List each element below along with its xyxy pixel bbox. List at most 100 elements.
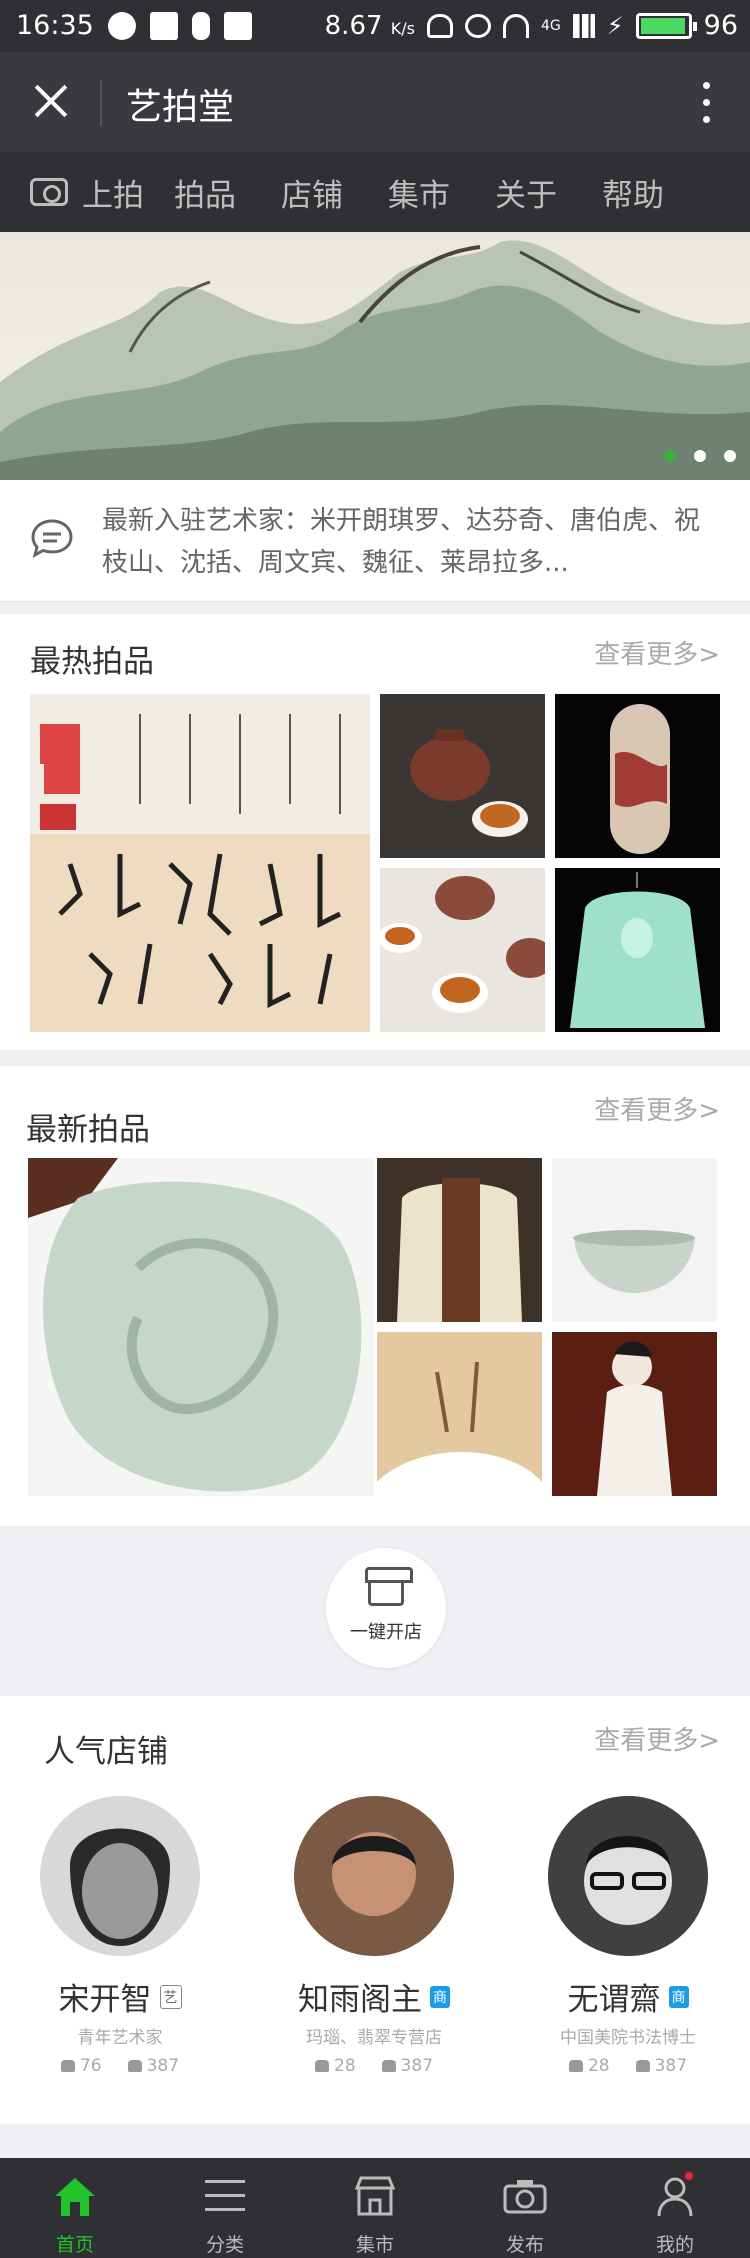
bottom-tab-bar: 首页 分类 集市 发布 我的: [0, 2158, 750, 2258]
nav-label: 集市: [388, 177, 450, 214]
shop-icon: [365, 1567, 413, 1606]
image-notification-icon: [150, 12, 178, 40]
notification-icons: [108, 12, 252, 40]
lot-image-jade-dragon[interactable]: [28, 1158, 374, 1496]
lot-image-tea-package[interactable]: [377, 1158, 542, 1322]
tab-category[interactable]: 分类: [150, 2158, 300, 2258]
lot-image-tea-cups[interactable]: [380, 868, 545, 1032]
carousel-dot[interactable]: [724, 450, 736, 462]
tab-label: 发布: [505, 2234, 544, 2256]
announcement-bar[interactable]: 最新入驻艺术家：米开朗琪罗、达芬奇、唐伯虎、祝枝山、沈括、周文宾、魏征、莱昂拉多…: [0, 480, 750, 602]
nav-item-market[interactable]: 集市: [388, 152, 450, 232]
banner-carousel[interactable]: [0, 232, 750, 480]
view-more-link[interactable]: 查看更多>: [594, 1090, 720, 1127]
section-title: 人气店铺: [44, 1734, 168, 1770]
title-divider: [100, 80, 102, 126]
nav-item-shops[interactable]: 店铺: [281, 152, 343, 232]
net-speed: 8.67 K/s: [324, 10, 416, 41]
followers-icon: [381, 2060, 396, 2072]
home-icon: [55, 2178, 95, 2216]
more-options-icon[interactable]: [686, 78, 726, 128]
shop-name: 无谓齋: [567, 1982, 661, 2018]
nav-item-auction[interactable]: 上拍: [30, 152, 144, 232]
followers-count: 387: [381, 2056, 433, 2076]
shop-card[interactable]: 宋开智艺 青年艺术家 76 387: [0, 1796, 240, 2076]
artist-badge: 艺: [159, 1984, 182, 2009]
shop-description: 中国美院书法博士: [560, 2028, 696, 2048]
nav-label: 店铺: [281, 177, 343, 214]
followers-icon: [635, 2060, 650, 2072]
followers-count: 387: [635, 2056, 687, 2076]
lot-image-calligraphy[interactable]: [30, 694, 370, 1032]
landscape-painting: [0, 240, 750, 480]
lot-image-porcelain-figure[interactable]: [552, 1332, 717, 1496]
nav-label: 上拍: [82, 177, 144, 214]
carousel-dot[interactable]: [664, 450, 676, 462]
calligraphy-image: [30, 694, 370, 1032]
jade-dragon-image: [28, 1158, 362, 1492]
fan-painting-image: [377, 1332, 542, 1482]
jade-pendant-image: [570, 872, 705, 1028]
carousel-indicator: [664, 450, 736, 462]
alarm-icon: [465, 13, 492, 38]
shop-card[interactable]: 无谓齋商 中国美院书法博士 28 387: [508, 1796, 748, 2076]
mail-notification-icon: [224, 12, 252, 40]
open-shop-button[interactable]: 一键开店: [326, 1548, 446, 1668]
tab-market[interactable]: 集市: [300, 2158, 450, 2258]
section-title: 最热拍品: [30, 644, 154, 680]
close-icon[interactable]: [28, 78, 74, 124]
teapot-image: [410, 729, 528, 837]
shop-icon: [354, 2176, 396, 2216]
tab-publish[interactable]: 发布: [450, 2158, 600, 2258]
camera-icon: [503, 2180, 547, 2214]
nav-item-help[interactable]: 帮助: [602, 152, 664, 232]
headphone-icon: [427, 13, 454, 38]
avatar: [548, 1796, 708, 1956]
shop-description: 青年艺术家: [77, 2028, 163, 2048]
lot-image-jade-guanyin[interactable]: [555, 868, 720, 1032]
tab-label: 我的: [655, 2234, 694, 2256]
merchant-badge: 商: [430, 1985, 450, 2008]
shop-name: 宋开智: [58, 1982, 152, 2018]
followers-count: 387: [127, 2056, 179, 2076]
menu-icon: [205, 2180, 245, 2211]
battery-percent: 96: [703, 10, 738, 41]
message-icon: [31, 519, 73, 558]
nav-item-lots[interactable]: 拍品: [174, 152, 236, 232]
section-title: 最新拍品: [26, 1112, 150, 1148]
nav-label: 帮助: [602, 177, 664, 214]
hot-lots-section: 最热拍品 查看更多>: [0, 614, 750, 1050]
lot-image-teapot[interactable]: [380, 694, 545, 858]
products-icon: [314, 2060, 329, 2072]
tea-cups-image: [380, 876, 545, 1013]
lot-image-celadon-bowl[interactable]: [552, 1158, 717, 1322]
usb-icon: [192, 12, 210, 40]
open-shop-label: 一键开店: [350, 1622, 422, 1643]
lot-image-painted-fan[interactable]: [377, 1332, 542, 1496]
carousel-dot[interactable]: [694, 450, 706, 462]
view-more-link[interactable]: 查看更多>: [594, 1720, 720, 1757]
lot-image-stone-seal[interactable]: [555, 694, 720, 858]
shop-name: 知雨阁主: [298, 1982, 422, 2018]
signal-icon: [572, 13, 595, 38]
camera-icon: [30, 178, 68, 206]
figurine-image: [597, 1341, 672, 1496]
products-icon: [568, 2060, 583, 2072]
top-nav: 上拍 拍品 店铺 集市 关于 帮助: [0, 152, 750, 232]
nav-label: 拍品: [174, 177, 236, 214]
user-icon: [657, 2172, 693, 2217]
status-time: 16:35: [16, 10, 94, 41]
avatar: [40, 1796, 200, 1956]
followers-icon: [127, 2060, 142, 2072]
shop-card[interactable]: 知雨阁主商 玛瑙、翡翠专营店 28 387: [254, 1796, 494, 2076]
view-more-link[interactable]: 查看更多>: [594, 634, 720, 671]
tab-label: 首页: [55, 2234, 94, 2256]
app-notification-icon: [108, 12, 136, 40]
charging-icon: ⚡: [606, 11, 624, 40]
nav-item-about[interactable]: 关于: [495, 152, 557, 232]
celadon-bowl-image: [573, 1230, 695, 1293]
wifi-icon: [503, 13, 530, 38]
products-count: 76: [60, 2056, 102, 2076]
tab-mine[interactable]: 我的: [600, 2158, 750, 2258]
tab-home[interactable]: 首页: [0, 2158, 150, 2258]
